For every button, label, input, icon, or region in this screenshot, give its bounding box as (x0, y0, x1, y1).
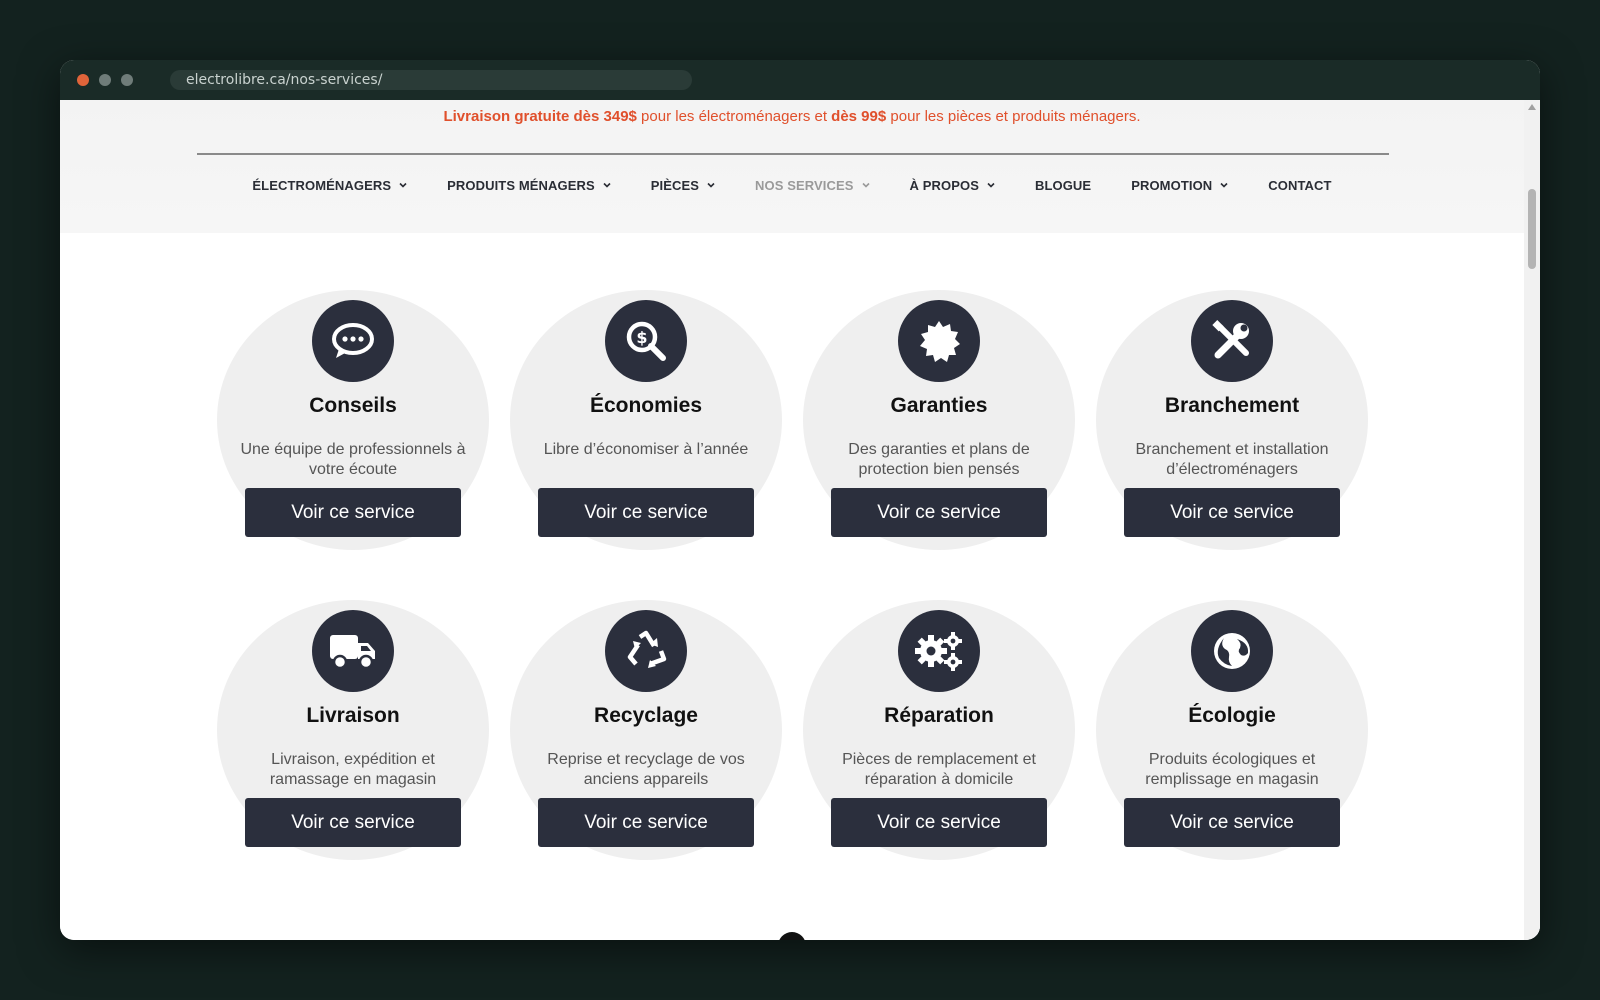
scroll-up-arrow-icon[interactable] (1528, 104, 1536, 110)
description-line: protection bien pensés (858, 461, 1020, 478)
address-bar[interactable]: electrolibre.ca/nos-services/ (170, 70, 692, 90)
service-description: Pièces de remplacement et réparation à d… (813, 750, 1065, 790)
service-description: Reprise et recyclage de vos anciens appa… (520, 750, 772, 790)
dollar-magnifier-icon: $ (605, 300, 687, 382)
chevron-down-icon (1220, 181, 1228, 189)
service-description: Libre d’économiser à l’année (520, 440, 772, 460)
description-line: réparation à domicile (864, 771, 1014, 788)
chevron-down-icon (399, 181, 407, 189)
promo-banner: Livraison gratuite dès 349$ pour les éle… (60, 108, 1524, 125)
description-line: remplissage en magasin (1145, 771, 1319, 788)
description-line: votre écoute (308, 461, 398, 478)
nav-item-contact[interactable]: CONTACT (1268, 175, 1331, 195)
page-viewport: Conseils Une équipe de professionnels à … (60, 100, 1540, 940)
description-line: Branchement et installation (1135, 441, 1329, 458)
service-description: Une équipe de professionnels à votre éco… (227, 440, 479, 480)
nav-label: À PROPOS (909, 177, 979, 193)
description-line: Libre d’économiser à l’année (543, 441, 749, 458)
service-title: Écologie (1188, 704, 1276, 727)
service-description: Livraison, expédition et ramassage en ma… (227, 750, 479, 790)
nav-label: NOS SERVICES (755, 177, 854, 193)
svg-text:$: $ (636, 328, 647, 347)
nav-item-electromenagers[interactable]: ÉLECTROMÉNAGERS (252, 175, 407, 195)
service-description: Des garanties et plans de protection bie… (813, 440, 1065, 480)
nav-item-pieces[interactable]: PIÈCES (651, 175, 715, 195)
truck-icon (312, 610, 394, 692)
service-card-recyclage: Recyclage Reprise et recyclage de vos an… (510, 600, 782, 860)
gears-icon (898, 610, 980, 692)
minimize-window-button[interactable] (99, 74, 111, 86)
service-title: Livraison (306, 704, 400, 727)
description-line: Livraison, expédition et (271, 751, 435, 768)
header-divider (197, 153, 1389, 155)
chevron-down-icon (707, 181, 715, 189)
nav-item-nos-services[interactable]: NOS SERVICES (755, 175, 870, 195)
voir-service-button[interactable]: Voir ce service (538, 798, 754, 847)
promo-text: pour les pièces et produits ménagers. (886, 108, 1141, 125)
browser-window: electrolibre.ca/nos-services/ Conseils U… (60, 60, 1540, 940)
page-scrollbar[interactable] (1524, 100, 1540, 940)
globe-icon (1191, 610, 1273, 692)
description-line: Une équipe de professionnels à (240, 441, 466, 458)
badge-certificate-icon (898, 300, 980, 382)
nav-item-produits-menagers[interactable]: PRODUITS MÉNAGERS (447, 175, 611, 195)
wrench-screwdriver-icon (1191, 300, 1273, 382)
service-card-garanties: Garanties Des garanties et plans de prot… (803, 290, 1075, 550)
nav-label: PIÈCES (650, 177, 700, 193)
nav-item-a-propos[interactable]: À PROPOS (910, 175, 995, 195)
service-card-livraison: Livraison Livraison, expédition et ramas… (217, 600, 489, 860)
chevron-down-icon (861, 181, 870, 189)
recycle-icon (605, 610, 687, 692)
title-bar: electrolibre.ca/nos-services/ (60, 60, 1540, 100)
promo-highlight: Livraison gratuite dès 349$ (443, 108, 637, 125)
service-title: Réparation (884, 704, 994, 727)
description-line: Pièces de remplacement et (842, 751, 1036, 768)
service-card-economies: $ Économies Libre d’économiser à l’année… (510, 290, 782, 550)
close-window-button[interactable] (77, 74, 89, 86)
description-line: Produits écologiques et (1148, 751, 1316, 768)
description-line: d’électroménagers (1166, 461, 1298, 478)
voir-service-button[interactable]: Voir ce service (538, 488, 754, 537)
chevron-down-icon (603, 181, 611, 189)
service-description: Branchement et installation d’électromén… (1106, 440, 1358, 480)
service-card-reparation: Réparation Pièces de remplacement et rép… (803, 600, 1075, 860)
nav-label: BLOGUE (1034, 177, 1092, 193)
service-card-conseils: Conseils Une équipe de professionnels à … (217, 290, 489, 550)
chevron-down-icon (987, 181, 995, 189)
promo-highlight: dès 99$ (831, 108, 887, 125)
service-card-branchement: Branchement Branchement et installation … (1096, 290, 1368, 550)
main-nav: ÉLECTROMÉNAGERS PRODUITS MÉNAGERS PIÈCES… (60, 175, 1524, 195)
scrollbar-thumb[interactable] (1528, 189, 1536, 269)
voir-service-button[interactable]: Voir ce service (1124, 798, 1340, 847)
service-title: Garanties (890, 394, 988, 417)
voir-service-button[interactable]: Voir ce service (831, 488, 1047, 537)
promo-text: pour les électroménagers et (636, 108, 832, 125)
nav-label: ÉLECTROMÉNAGERS (252, 177, 392, 193)
description-line: ramassage en magasin (269, 771, 437, 788)
description-line: anciens appareils (583, 771, 709, 788)
voir-service-button[interactable]: Voir ce service (1124, 488, 1340, 537)
maximize-window-button[interactable] (121, 74, 133, 86)
service-card-ecologie: Écologie Produits écologiques et remplis… (1096, 600, 1368, 860)
service-title: Recyclage (594, 704, 698, 727)
voir-service-button[interactable]: Voir ce service (245, 488, 461, 537)
nav-label: PROMOTION (1131, 177, 1213, 193)
nav-label: PRODUITS MÉNAGERS (447, 177, 595, 193)
nav-item-blogue[interactable]: BLOGUE (1035, 175, 1091, 195)
service-title: Branchement (1164, 394, 1300, 417)
description-line: Reprise et recyclage de vos (547, 751, 745, 768)
nav-item-promotion[interactable]: PROMOTION (1131, 175, 1228, 195)
nav-label: CONTACT (1268, 177, 1332, 193)
site-header: Livraison gratuite dès 349$ pour les éle… (60, 100, 1524, 233)
voir-service-button[interactable]: Voir ce service (245, 798, 461, 847)
service-description: Produits écologiques et remplissage en m… (1106, 750, 1358, 790)
service-title: Conseils (309, 394, 397, 417)
chat-bubble-icon (312, 300, 394, 382)
description-line: Des garanties et plans de (848, 441, 1030, 458)
voir-service-button[interactable]: Voir ce service (831, 798, 1047, 847)
service-title: Économies (589, 394, 703, 417)
